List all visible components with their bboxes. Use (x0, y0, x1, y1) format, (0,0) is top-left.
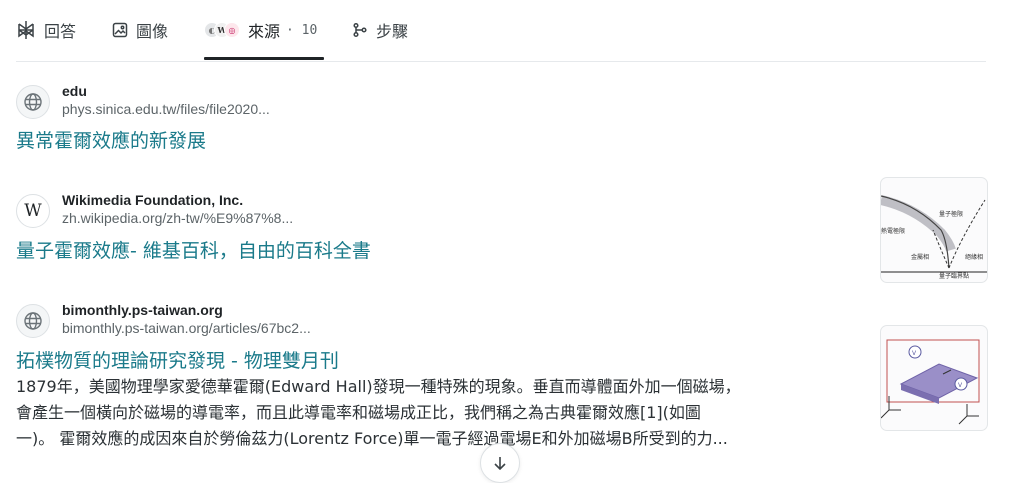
tab-answer-label: 回答 (44, 22, 77, 41)
source-header: edu phys.sinica.edu.tw/files/file2020... (16, 83, 866, 123)
tab-images[interactable]: 圖像 (112, 0, 168, 60)
thumb-label: 金屬相 (911, 253, 929, 261)
thumb-label: 絕緣相 (965, 253, 983, 261)
source-header: bimonthly.ps-taiwan.org bimonthly.ps-tai… (16, 302, 866, 342)
perplexity-logo-icon (16, 20, 36, 40)
source-url[interactable]: phys.sinica.edu.tw/files/file2020... (62, 101, 270, 117)
result-title-link[interactable]: 量子霍爾效應- 維基百科，自由的百科全書 (16, 236, 371, 263)
globe-icon (16, 304, 50, 338)
source-name: bimonthly.ps-taiwan.org (62, 302, 223, 318)
wikipedia-icon: W (16, 194, 50, 228)
result-title-link[interactable]: 拓樸物質的理論研究發現 - 物理雙月刊 (16, 346, 339, 373)
source-name: edu (62, 83, 87, 99)
source-name: Wikimedia Foundation, Inc. (62, 192, 244, 208)
tab-sources-count: · 10 (286, 22, 318, 38)
tab-answer[interactable]: 回答 (16, 0, 76, 60)
source-header: W Wikimedia Foundation, Inc. zh.wikipedi… (16, 192, 866, 232)
snippet-line: 1879年，美國物理學家愛德華霍爾(Edward Hall)發現一種特殊的現象。… (16, 377, 741, 396)
image-icon (112, 22, 128, 38)
thumb-label: 量子極限 (939, 210, 963, 218)
thumb-label: 量子臨界點 (939, 272, 969, 280)
snippet-line: 會產生一個橫向於磁場的導電率，而且此導電率和磁場成正比，我們稱之為古典霍爾效應[… (16, 403, 701, 422)
source-result[interactable]: W Wikimedia Foundation, Inc. zh.wikipedi… (16, 192, 866, 267)
tab-steps-label: 步驟 (376, 22, 409, 41)
active-tab-indicator (204, 57, 324, 60)
globe-icon (16, 85, 50, 119)
result-snippet: 1879年，美國物理學家愛德華霍爾(Edward Hall)發現一種特殊的現象。… (16, 374, 846, 452)
source-url[interactable]: zh.wikipedia.org/zh-tw/%E9%87%8... (62, 210, 293, 226)
result-title-link[interactable]: 異常霍爾效應的新發展 (16, 126, 206, 153)
tab-sources-label: 來源 (248, 22, 281, 41)
thumb-label: 熱電極限 (881, 227, 905, 235)
result-thumbnail-phase-diagram[interactable]: 量子極限 熱電極限 金屬相 絕緣相 量子臨界點 (880, 177, 988, 283)
source-result[interactable]: bimonthly.ps-taiwan.org bimonthly.ps-tai… (16, 302, 866, 469)
source-url[interactable]: bimonthly.ps-taiwan.org/articles/67bc2..… (62, 320, 311, 336)
tab-images-label: 圖像 (136, 22, 169, 41)
scroll-down-button[interactable] (480, 443, 520, 483)
result-thumbnail-hall-effect[interactable]: V V (880, 325, 988, 431)
tab-bar: 回答 圖像 ◐ W ◎ 來源 · 10 步驟 (16, 0, 986, 62)
tab-sources[interactable]: ◐ W ◎ 來源 · 10 (204, 0, 317, 60)
tab-steps[interactable]: 步驟 (352, 0, 408, 60)
source-result[interactable]: edu phys.sinica.edu.tw/files/file2020...… (16, 83, 866, 153)
steps-branch-icon (352, 22, 368, 38)
snippet-line: 一)。 霍爾效應的成因來自於勞倫茲力(Lorentz Force)單一電子經過電… (16, 429, 728, 448)
source-favicons-icon: ◐ W ◎ (204, 22, 240, 38)
